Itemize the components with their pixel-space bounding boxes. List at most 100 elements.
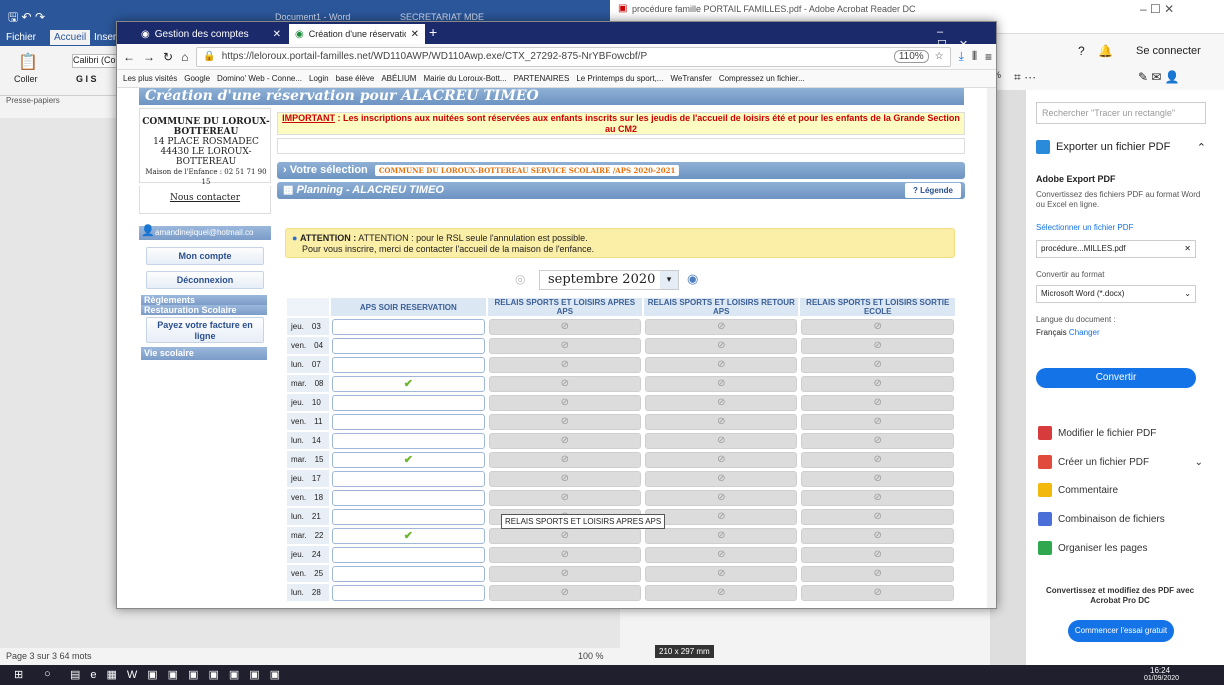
close-icon[interactable]: ✕ <box>1184 241 1195 257</box>
next-month-icon[interactable]: ◉ <box>687 271 698 287</box>
bookmark-item[interactable]: Compressez un fichier... <box>719 74 805 83</box>
start-icon[interactable]: ⊞ <box>14 668 23 681</box>
unavailable-cell: ⊘ <box>801 394 954 411</box>
font-selector[interactable]: Calibri (Corp <box>72 54 122 68</box>
taskbar-apps-icon[interactable]: ▤e▦W▣▣▣▣▣▣▣ <box>70 668 290 681</box>
bookmark-item[interactable]: Domino' Web - Conne... <box>217 74 302 83</box>
chevron-up-icon[interactable]: ⌃ <box>1197 141 1206 154</box>
tool-combine[interactable]: Combinaison de fichiers <box>1038 512 1203 526</box>
tab-creation-reservation[interactable]: ◉ Création d'une réservation pou ✕ <box>289 24 425 44</box>
school-catering-section[interactable]: Restauration Scolaire <box>141 305 267 315</box>
bookmark-item[interactable]: Mairie du Loroux-Bott... <box>423 74 506 83</box>
bell-icon[interactable]: 🔔 <box>1098 44 1113 58</box>
prev-month-icon[interactable]: ◎ <box>515 272 525 286</box>
grid-cell: ⊘ <box>485 449 645 470</box>
grid-cell <box>329 430 488 451</box>
convert-button[interactable]: Convertir <box>1036 368 1196 388</box>
library-icon[interactable]: ⫴ <box>972 49 977 64</box>
my-account-button[interactable]: Mon compte <box>146 247 264 265</box>
pay-invoice-button[interactable]: Payez votre facture en ligne <box>146 317 264 343</box>
rules-section[interactable]: Règlements <box>141 295 267 305</box>
bookmark-item[interactable]: Google <box>184 74 210 83</box>
logout-button[interactable]: Déconnexion <box>146 271 264 289</box>
edit-pdf-icon <box>1038 426 1052 440</box>
tool-comment[interactable]: Commentaire <box>1038 483 1203 497</box>
selection-bar[interactable]: › Votre sélection COMMUNE DU LOROUX-BOTT… <box>277 162 965 179</box>
bookmark-item[interactable]: base élève <box>336 74 375 83</box>
download-icon[interactable]: ⤓ <box>959 49 964 64</box>
grid-cell: ⊘ <box>642 449 801 470</box>
url-bar[interactable]: 🔒 https://leloroux.portail-familles.net/… <box>196 46 951 67</box>
grid-cell: ⊘ <box>642 430 801 451</box>
paste-icon[interactable]: 📋 <box>18 52 38 72</box>
lang-change-link[interactable]: Changer <box>1069 328 1100 337</box>
tool-label: Organiser les pages <box>1058 542 1148 554</box>
aps-reservation-cell[interactable] <box>332 470 485 487</box>
format-select[interactable]: Microsoft Word (*.docx) ⌄ <box>1036 285 1196 303</box>
aps-reservation-cell[interactable] <box>332 413 485 430</box>
bookmark-item[interactable]: Login <box>309 74 329 83</box>
month-select[interactable]: septembre 2020 ▾ <box>539 270 679 290</box>
aps-reservation-cell[interactable] <box>332 394 485 411</box>
select-pdf-link[interactable]: Sélectionner un fichier PDF <box>1036 223 1133 232</box>
bookmark-star-icon[interactable]: ☆ <box>935 51 944 62</box>
grid-cell <box>329 354 488 375</box>
new-tab-button[interactable]: + <box>429 24 437 40</box>
window-controls[interactable]: – ☐ ✕ <box>1140 2 1174 16</box>
bookmark-item[interactable]: ABÉLIUM <box>381 74 416 83</box>
aps-reservation-cell[interactable] <box>332 337 485 354</box>
contact-link[interactable]: Nous contacter <box>139 186 271 214</box>
aps-reservation-cell[interactable] <box>332 356 485 373</box>
aps-reservation-cell[interactable] <box>332 318 485 335</box>
crop-icon[interactable]: ⌗ ⋯ <box>1014 70 1036 85</box>
word-quick-access-icon[interactable]: 🖫 ↶ ↷ <box>8 8 45 29</box>
page-scrollbar[interactable] <box>987 88 996 608</box>
close-icon[interactable]: ✕ <box>411 29 419 40</box>
menu-icon[interactable]: ≡ <box>985 50 992 64</box>
forward-icon[interactable]: → <box>143 50 155 64</box>
unavailable-cell: ⊘ <box>645 565 798 582</box>
legend-button[interactable]: ? Légende <box>904 183 961 198</box>
bookmark-item[interactable]: WeTransfer <box>670 74 711 83</box>
tab-gestion-comptes[interactable]: ◉ Gestion des comptes ✕ <box>135 24 287 44</box>
day-label: ven. 11 <box>284 411 332 432</box>
home-icon[interactable]: ⌂ <box>181 50 188 64</box>
word-zoom[interactable]: 100 % <box>578 651 604 661</box>
tool-create-pdf[interactable]: Créer un fichier PDF ⌄ <box>1038 455 1203 469</box>
sign-in-link[interactable]: Se connecter <box>1136 45 1201 57</box>
aps-reservation-cell[interactable] <box>332 546 485 563</box>
zoom-badge[interactable]: 110% <box>893 50 929 63</box>
aps-reservation-cell[interactable] <box>332 508 485 525</box>
word-tab-file[interactable]: Fichier <box>6 32 36 43</box>
school-life-section[interactable]: Vie scolaire <box>141 347 267 360</box>
aps-reservation-cell[interactable] <box>332 565 485 582</box>
aps-reservation-cell[interactable] <box>332 489 485 506</box>
paste-label[interactable]: Coller <box>14 74 38 84</box>
tool-organize[interactable]: Organiser les pages <box>1038 541 1203 555</box>
search-icon[interactable]: ○ <box>44 668 51 680</box>
tool-edit-pdf[interactable]: Modifier le fichier PDF <box>1038 426 1203 440</box>
chevron-down-icon[interactable]: ⌄ <box>1195 457 1203 468</box>
aps-reservation-cell[interactable]: ✔ <box>332 451 485 468</box>
bookmark-item[interactable]: PARTENAIRES <box>514 74 570 83</box>
word-tab-home[interactable]: Accueil <box>50 30 91 45</box>
unavailable-icon: ⊘ <box>873 416 882 427</box>
reload-icon[interactable]: ↻ <box>163 50 173 64</box>
bookmark-item[interactable]: Les plus visités <box>123 74 177 83</box>
tool-search-input[interactable]: Rechercher "Tracer un rectangle" <box>1036 102 1206 124</box>
aps-reservation-cell[interactable] <box>332 584 485 601</box>
unavailable-cell: ⊘ <box>488 451 642 468</box>
trial-button[interactable]: Commencer l'essai gratuit <box>1068 620 1174 642</box>
close-icon[interactable]: ✕ <box>273 29 281 40</box>
bookmark-item[interactable]: Le Printemps du sport,... <box>576 74 663 83</box>
selected-file-field[interactable]: procédure...MILLES.pdf ✕ <box>1036 240 1196 258</box>
aps-reservation-cell[interactable]: ✔ <box>332 527 485 544</box>
chevron-down-icon[interactable]: ▾ <box>660 271 678 289</box>
aps-reservation-cell[interactable] <box>332 432 485 449</box>
export-pdf-header[interactable]: Exporter un fichier PDF ⌃ <box>1036 140 1206 154</box>
share-icons[interactable]: ✎ ✉ 👤 <box>1138 70 1180 84</box>
back-icon[interactable]: ← <box>123 50 135 64</box>
aps-reservation-cell[interactable]: ✔ <box>332 375 485 392</box>
help-icon[interactable]: ? <box>1078 44 1085 58</box>
format-buttons[interactable]: G I S <box>76 74 97 84</box>
